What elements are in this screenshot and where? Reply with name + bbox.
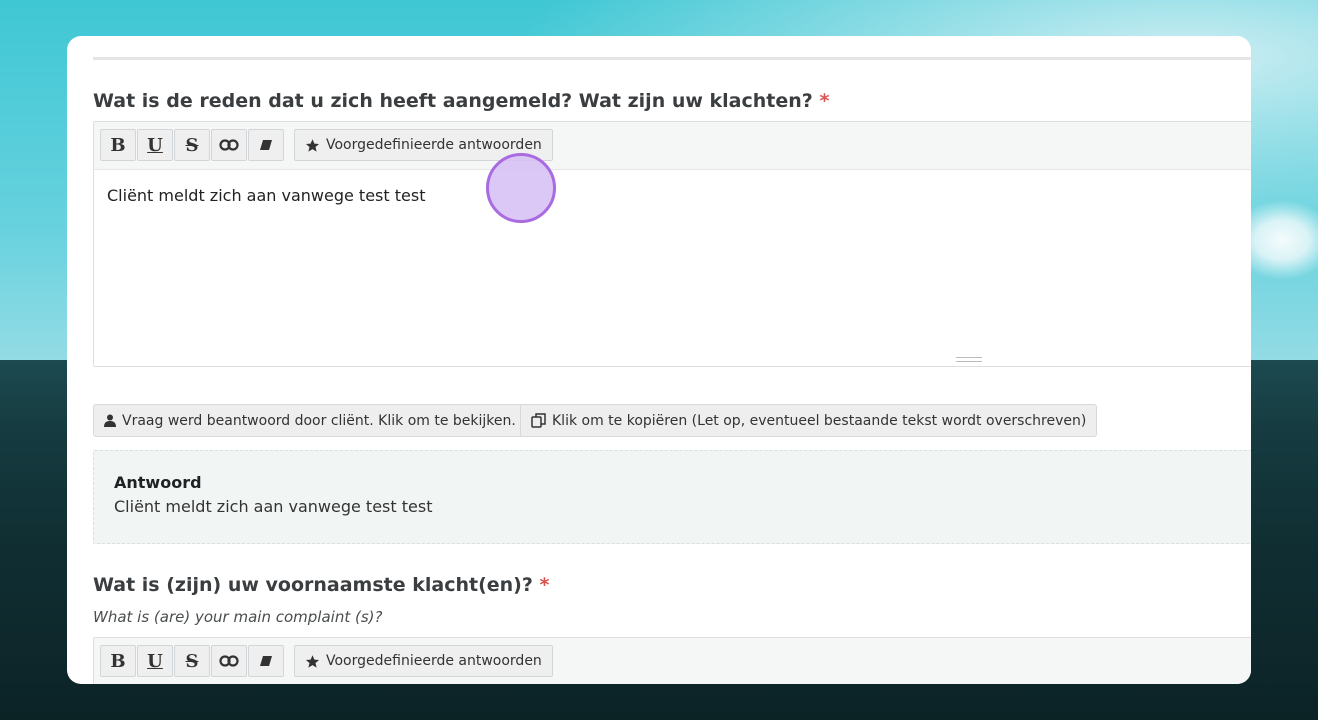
question-1-title-text: Wat is de reden dat u zich heeft aangeme… — [93, 90, 813, 112]
link-button[interactable] — [211, 645, 247, 677]
underline-button[interactable]: U — [137, 129, 173, 161]
link-button[interactable] — [211, 129, 247, 161]
star-icon — [305, 138, 320, 152]
predefined-answers-button[interactable]: Voorgedefinieerde antwoorden — [294, 645, 553, 677]
client-answered-label: Vraag werd beantwoord door cliënt. Klik … — [122, 412, 516, 429]
eraser-icon — [260, 656, 272, 666]
bold-button[interactable]: B — [100, 645, 136, 677]
editor-content-area[interactable]: Cliënt meldt zich aan vanwege test test — [94, 170, 1251, 366]
clear-format-button[interactable] — [248, 129, 284, 161]
question-2-title: Wat is (zijn) uw voornaamste klacht(en)?… — [93, 574, 549, 596]
client-answer-box: Antwoord Cliënt meldt zich aan vanwege t… — [93, 450, 1251, 544]
question-2-title-text: Wat is (zijn) uw voornaamste klacht(en)? — [93, 574, 533, 596]
required-marker: * — [539, 574, 550, 596]
question-2-editor: B U S Voorgedefinieerde antwoorden — [93, 637, 1251, 684]
bold-button[interactable]: B — [100, 129, 136, 161]
click-indicator — [486, 153, 556, 223]
editor-toolbar: B U S Voorgedefinieerde antwoorden — [94, 122, 1251, 170]
strikethrough-button[interactable]: S — [174, 129, 210, 161]
resize-handle[interactable] — [956, 357, 982, 362]
star-icon — [305, 654, 320, 668]
clear-format-button[interactable] — [248, 645, 284, 677]
client-answered-button[interactable]: Vraag werd beantwoord door cliënt. Klik … — [93, 404, 527, 437]
answer-label: Antwoord — [114, 473, 202, 492]
predefined-answers-label: Voorgedefinieerde antwoorden — [326, 137, 542, 153]
section-divider — [93, 57, 1251, 60]
underline-button[interactable]: U — [137, 645, 173, 677]
strikethrough-button[interactable]: S — [174, 645, 210, 677]
question-1-title: Wat is de reden dat u zich heeft aangeme… — [93, 90, 829, 112]
answer-text: Cliënt meldt zich aan vanwege test test — [114, 497, 433, 516]
predefined-answers-label: Voorgedefinieerde antwoorden — [326, 653, 542, 669]
link-icon — [219, 655, 239, 667]
copy-answer-label: Klik om te kopiëren (Let op, eventueel b… — [552, 412, 1087, 429]
user-icon — [104, 414, 116, 427]
form-card: Wat is de reden dat u zich heeft aangeme… — [67, 36, 1251, 684]
eraser-icon — [260, 140, 272, 150]
link-icon — [219, 139, 239, 151]
copy-icon — [531, 413, 546, 428]
question-2-subtitle: What is (are) your main complaint (s)? — [93, 608, 383, 626]
question-1-editor: B U S Voorgedefinieerde antwoorden Cliën… — [93, 121, 1251, 367]
editor-toolbar: B U S Voorgedefinieerde antwoorden — [94, 638, 1251, 684]
required-marker: * — [819, 90, 830, 112]
editor-content-text: Cliënt meldt zich aan vanwege test test — [107, 186, 426, 205]
copy-answer-button[interactable]: Klik om te kopiëren (Let op, eventueel b… — [520, 404, 1098, 437]
